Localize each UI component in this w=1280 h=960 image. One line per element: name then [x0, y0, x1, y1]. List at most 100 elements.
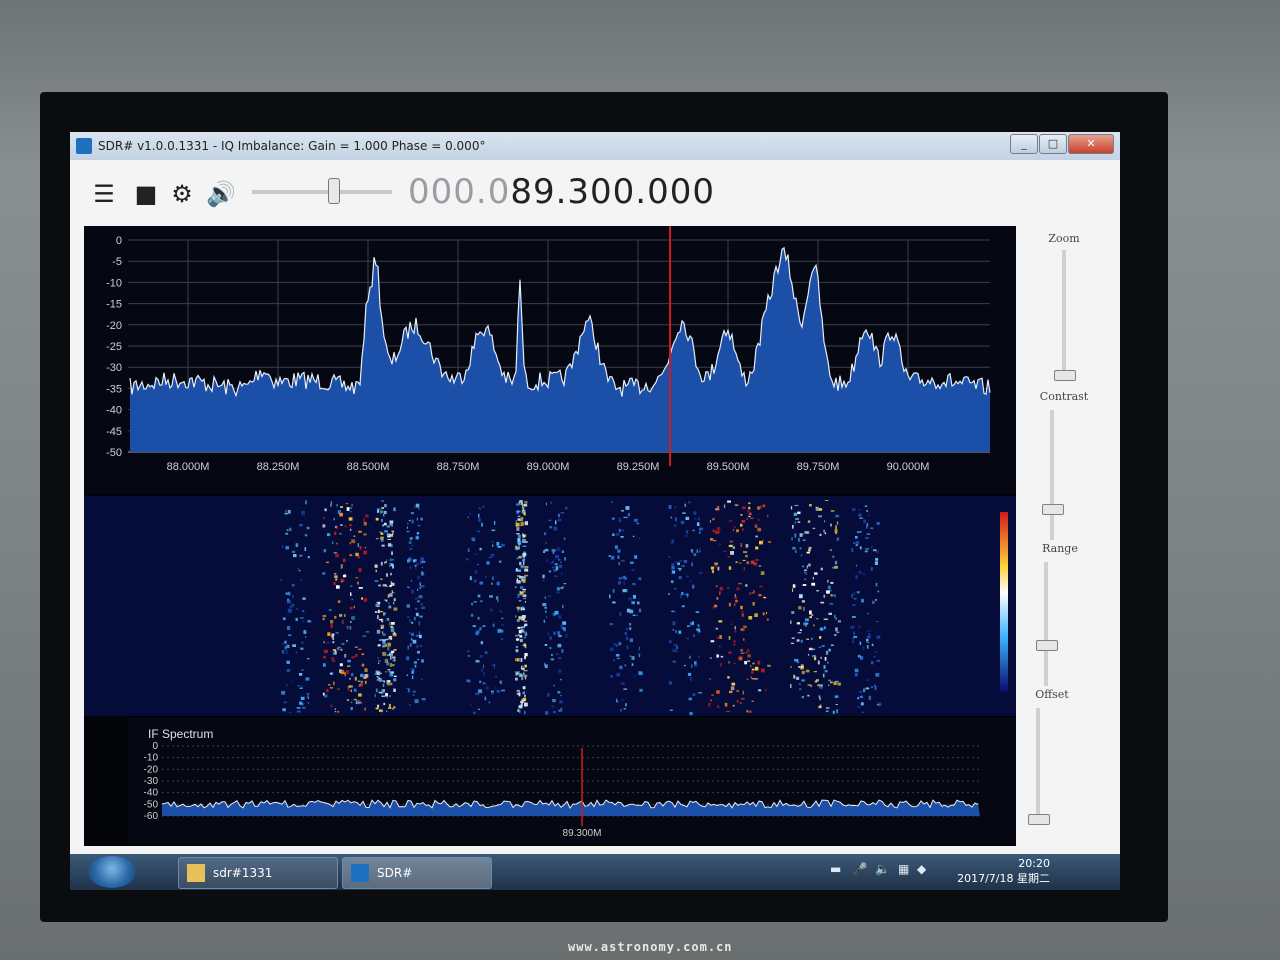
waterfall-pixel	[406, 604, 410, 608]
minimize-button[interactable]: _	[1010, 134, 1038, 154]
waterfall-pixel	[333, 552, 337, 554]
y-tick-label: -30	[106, 362, 122, 374]
waterfall-pixel	[728, 651, 732, 653]
contrast-slider-thumb[interactable]	[1042, 504, 1064, 515]
mic-icon[interactable]: 🎤	[853, 862, 868, 876]
x-tick-label: 88.500M	[347, 461, 390, 473]
waterfall-pixel	[282, 708, 286, 712]
waterfall-pixel	[549, 636, 552, 640]
waterfall-pixel	[812, 648, 816, 650]
maximize-button[interactable]: □	[1039, 134, 1067, 154]
waterfall-pixel	[669, 640, 672, 643]
waterfall-pixel	[485, 686, 489, 690]
start-button[interactable]	[88, 856, 136, 888]
waterfall-pixel	[388, 703, 391, 708]
waterfall-pixel	[690, 677, 692, 681]
waterfall-pixel	[864, 505, 868, 507]
waterfall-pixel	[866, 679, 869, 682]
waterfall-pixel	[384, 530, 388, 533]
taskbar-item-folder[interactable]: sdr#1331	[178, 857, 338, 889]
waterfall-pixel	[517, 597, 520, 599]
range-track[interactable]	[1044, 562, 1048, 686]
waterfall-pixel	[326, 689, 329, 693]
zoom-track[interactable]	[1062, 250, 1066, 380]
waterfall-pixel	[562, 621, 567, 625]
waterfall-pixel	[382, 683, 385, 687]
waterfall-pixel	[823, 665, 826, 669]
taskbar-item-sdr[interactable]: SDR# v1.0.0.133...	[342, 857, 492, 889]
waterfall-display[interactable]	[84, 496, 1016, 716]
frequency-display[interactable]: 000.089.300.000	[408, 172, 715, 212]
offset-slider-thumb[interactable]	[1028, 814, 1050, 825]
waterfall-pixel	[516, 557, 519, 560]
system-clock[interactable]: 20:20 2017/7/18 星期二	[950, 856, 1050, 886]
waterfall-pixel	[767, 541, 772, 543]
waterfall-pixel	[727, 556, 731, 558]
waterfall-pixel	[491, 582, 493, 585]
waterfall-pixel	[292, 594, 294, 599]
waterfall-pixel	[715, 585, 718, 588]
network-icon[interactable]: ▦	[898, 862, 909, 876]
volume-slider-thumb[interactable]	[328, 178, 340, 204]
waterfall-pixel	[730, 623, 733, 626]
sdr-app-icon	[351, 864, 369, 882]
waterfall-pixel	[393, 675, 397, 677]
x-tick-label: 88.000M	[167, 461, 210, 473]
waterfall-pixel	[749, 517, 754, 519]
waterfall-pixel	[727, 587, 730, 589]
waterfall-pixel	[410, 668, 412, 670]
waterfall-pixel	[353, 698, 357, 701]
waterfall-pixel	[681, 592, 684, 595]
waterfall-pixel	[548, 570, 552, 573]
waterfall-pixel	[474, 569, 478, 574]
waterfall-pixel	[334, 708, 337, 710]
waterfall-pixel	[807, 684, 811, 686]
waterfall-pixel	[866, 523, 869, 527]
waterfall-pixel	[522, 594, 527, 598]
system-tray: ▬ 🎤 🔈 ▦ ◆	[830, 862, 926, 876]
waterfall-pixel	[335, 632, 339, 634]
waterfall-pixel	[324, 508, 327, 512]
stop-icon[interactable]: ■	[132, 180, 160, 208]
range-slider-thumb[interactable]	[1036, 640, 1058, 651]
tray-icon[interactable]: ▬	[830, 862, 841, 876]
waterfall-pixel	[515, 672, 518, 676]
waterfall-pixel	[794, 504, 799, 507]
waterfall-pixel	[386, 585, 389, 587]
waterfall-pixel	[808, 548, 811, 552]
waterfall-pixel	[348, 517, 353, 521]
waterfall-pixel	[751, 678, 756, 680]
menu-icon[interactable]: ☰	[90, 180, 118, 208]
waterfall-pixel	[517, 709, 520, 712]
waterfall-pixel	[386, 697, 388, 699]
waterfall-pixel	[375, 517, 379, 521]
volume-slider[interactable]	[252, 190, 392, 194]
speaker-icon[interactable]: 🔊	[206, 180, 236, 208]
window-titlebar[interactable]: SDR# v1.0.0.1331 - IQ Imbalance: Gain = …	[70, 132, 1120, 160]
waterfall-pixel	[515, 503, 520, 506]
waterfall-pixel	[801, 679, 805, 682]
waterfall-pixel	[389, 695, 391, 697]
waterfall-pixel	[810, 684, 812, 688]
close-button[interactable]: ✕	[1068, 134, 1114, 154]
waterfall-pixel	[382, 651, 387, 656]
waterfall-pixel	[818, 515, 822, 518]
volume-icon[interactable]: 🔈	[875, 862, 890, 876]
waterfall-pixel	[852, 604, 856, 606]
gear-icon[interactable]: ⚙	[168, 180, 196, 208]
waterfall-pixel	[833, 594, 836, 597]
waterfall-pixel	[797, 511, 801, 515]
waterfall-pixel	[556, 547, 561, 552]
if-spectrum[interactable]: IF Spectrum 0-10-20-30-40-50-60 89.300M	[128, 718, 1016, 844]
spectrum-analyzer[interactable]: 0 -5 -10 -15 -20 -25 -30 -35 -40 -45 -50 88.000M 88…	[84, 226, 1016, 494]
offset-track[interactable]	[1036, 708, 1040, 820]
waterfall-pixel	[823, 594, 826, 598]
waterfall-pixel	[561, 649, 564, 653]
waterfall-pixel	[349, 685, 353, 688]
zoom-slider-thumb[interactable]	[1054, 370, 1076, 381]
contrast-track[interactable]	[1050, 410, 1054, 540]
waterfall-pixel	[420, 602, 423, 606]
waterfall-pixel	[353, 605, 355, 609]
waterfall-pixel	[709, 657, 712, 659]
shield-icon[interactable]: ◆	[917, 862, 926, 876]
